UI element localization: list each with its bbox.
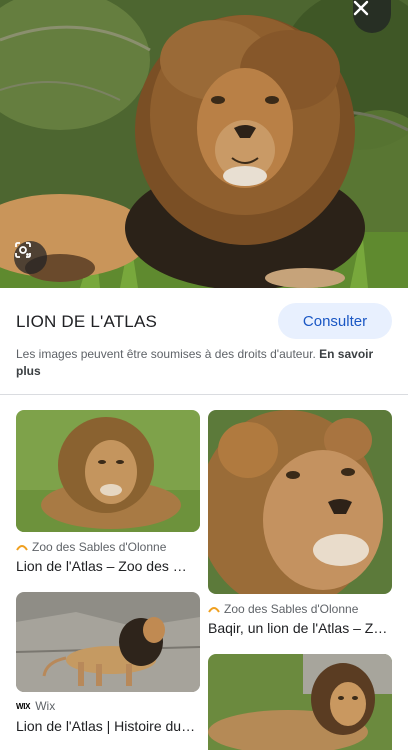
result-card[interactable] bbox=[208, 654, 392, 750]
result-source: WIX Wix bbox=[16, 699, 56, 713]
zoo-sables-favicon bbox=[208, 607, 220, 613]
result-caption: Lion de l'Atlas | Histoire du lion de l'… bbox=[16, 718, 196, 734]
zoo-sables-favicon bbox=[16, 545, 28, 551]
result-thumbnail bbox=[16, 410, 200, 532]
image-info-panel: LION DE L'ATLAS Consulter Les images peu… bbox=[0, 288, 408, 394]
google-lens-button[interactable] bbox=[14, 241, 47, 274]
google-lens-icon bbox=[15, 242, 31, 258]
result-thumbnail bbox=[208, 654, 392, 750]
result-caption: Lion de l'Atlas – Zoo des Sables d'Olonn… bbox=[16, 558, 196, 574]
section-divider bbox=[0, 394, 408, 395]
result-card[interactable]: Zoo des Sables d'Olonne Lion de l'Atlas … bbox=[16, 410, 200, 580]
result-caption: Baqir, un lion de l'Atlas – Zoo des Sabl… bbox=[208, 620, 388, 636]
result-card[interactable]: Zoo des Sables d'Olonne Baqir, un lion d… bbox=[208, 410, 392, 642]
image-title: LION DE L'ATLAS bbox=[16, 312, 158, 331]
copyright-notice: Les images peuvent être soumises à des d… bbox=[16, 346, 392, 380]
close-icon bbox=[353, 0, 369, 16]
result-thumbnail bbox=[208, 410, 392, 594]
result-source: Zoo des Sables d'Olonne bbox=[16, 540, 166, 554]
hero-image[interactable] bbox=[0, 0, 408, 288]
copyright-text: Les images peuvent être soumises à des d… bbox=[16, 347, 316, 361]
result-source: Zoo des Sables d'Olonne bbox=[208, 602, 358, 616]
wix-favicon: WIX bbox=[16, 701, 31, 711]
result-thumbnail bbox=[16, 592, 200, 692]
consult-button[interactable]: Consulter bbox=[278, 303, 392, 339]
result-card[interactable]: WIX Wix Lion de l'Atlas | Histoire du li… bbox=[16, 592, 200, 750]
lion-photo bbox=[0, 0, 408, 288]
